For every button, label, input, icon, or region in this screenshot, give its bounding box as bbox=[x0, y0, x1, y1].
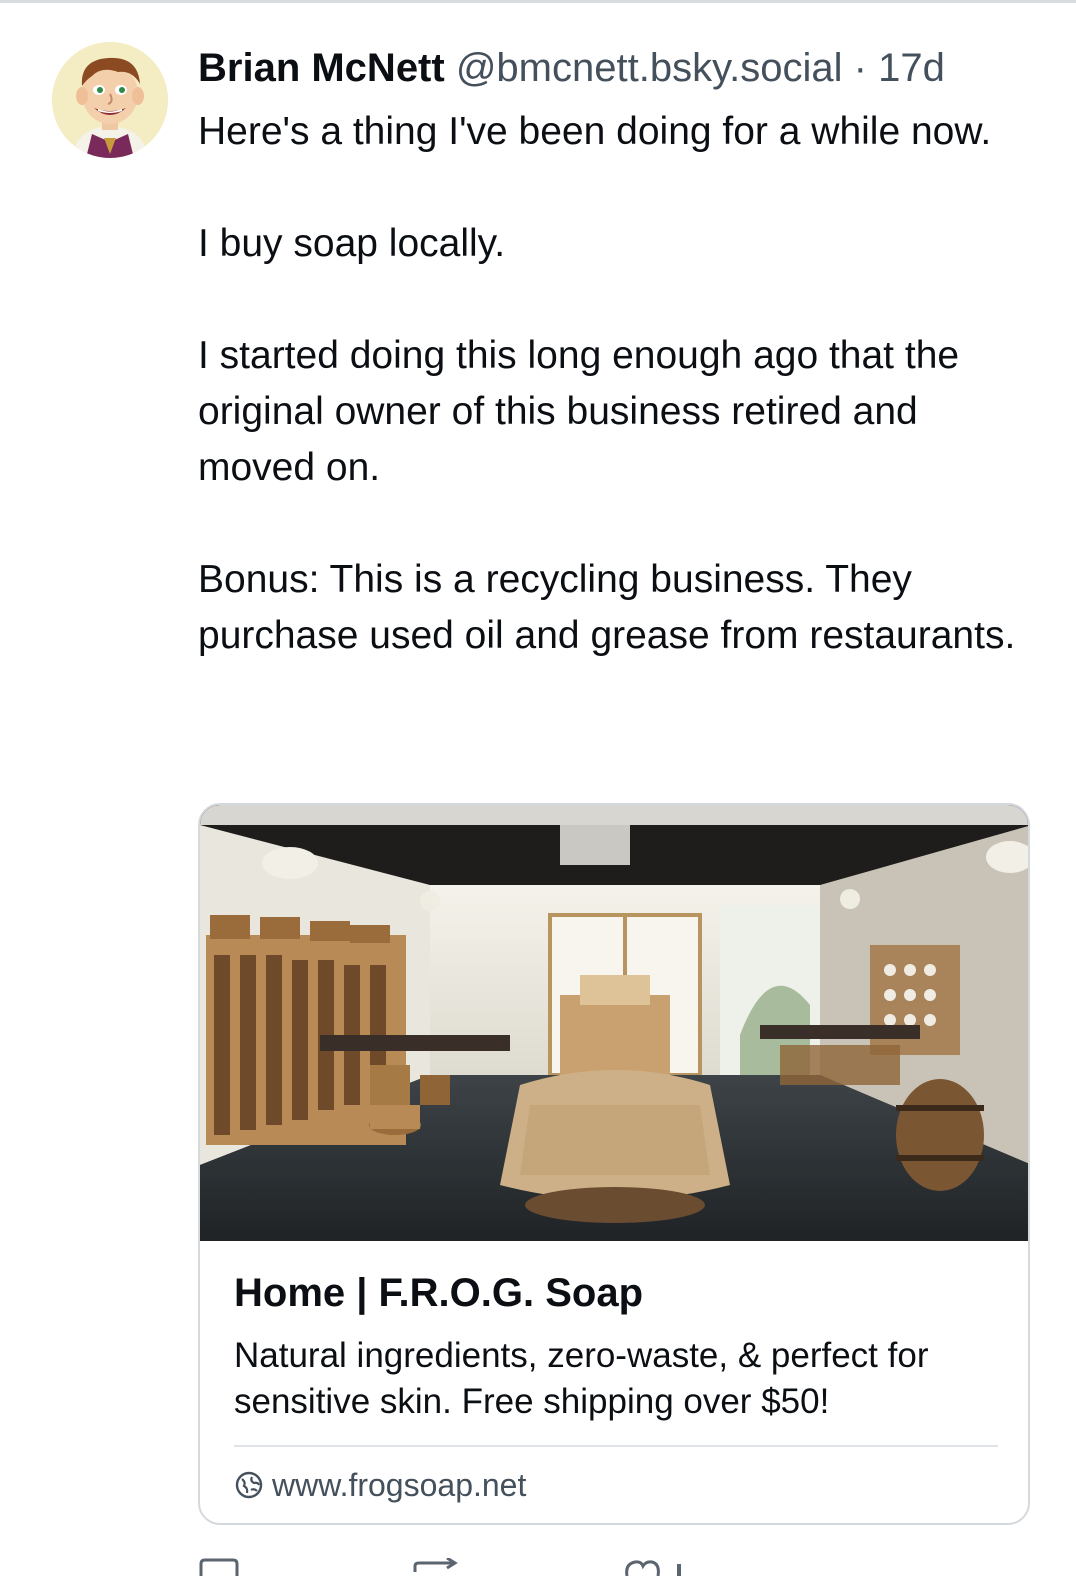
like-icon[interactable] bbox=[623, 1558, 693, 1576]
avatar[interactable] bbox=[52, 42, 168, 158]
link-card-url[interactable]: www.frogsoap.net bbox=[272, 1467, 526, 1504]
link-card-description: Natural ingredients, zero-waste, & perfe… bbox=[234, 1336, 929, 1421]
post[interactable]: Brian McNett @bmcnett.bsky.social · 17d … bbox=[0, 0, 1076, 1576]
post-paragraph: Here's a thing I've been doing for a whi… bbox=[198, 110, 992, 153]
link-card-url-row[interactable]: www.frogsoap.net bbox=[234, 1463, 526, 1507]
globe-icon bbox=[234, 1470, 264, 1500]
post-paragraph: I started doing this long enough ago tha… bbox=[198, 334, 960, 489]
post-paragraph: I buy soap locally. bbox=[198, 222, 506, 265]
meta-separator: · bbox=[853, 46, 867, 90]
avatar-cartoon-image bbox=[52, 42, 168, 158]
link-card-title[interactable]: Home | F.R.O.G. Soap bbox=[234, 1267, 643, 1319]
post-text: Here's a thing I've been doing for a whi… bbox=[198, 104, 1038, 664]
soap-shop-interior-photo bbox=[200, 805, 1028, 1241]
author-handle[interactable]: @bmcnett.bsky.social bbox=[456, 46, 843, 90]
post-action-bar bbox=[198, 1552, 1038, 1576]
repost-icon[interactable] bbox=[413, 1556, 463, 1576]
reply-icon[interactable] bbox=[198, 1558, 240, 1576]
post-header: Brian McNett @bmcnett.bsky.social · 17d bbox=[198, 44, 945, 92]
link-preview-card[interactable]: Home | F.R.O.G. Soap Natural ingredients… bbox=[198, 803, 1030, 1525]
post-paragraph: Bonus: This is a recycling business. The… bbox=[198, 558, 1016, 657]
link-card-divider bbox=[234, 1445, 998, 1447]
post-age[interactable]: 17d bbox=[878, 46, 945, 90]
link-preview-image[interactable] bbox=[200, 805, 1028, 1241]
author-name[interactable]: Brian McNett bbox=[198, 46, 445, 90]
